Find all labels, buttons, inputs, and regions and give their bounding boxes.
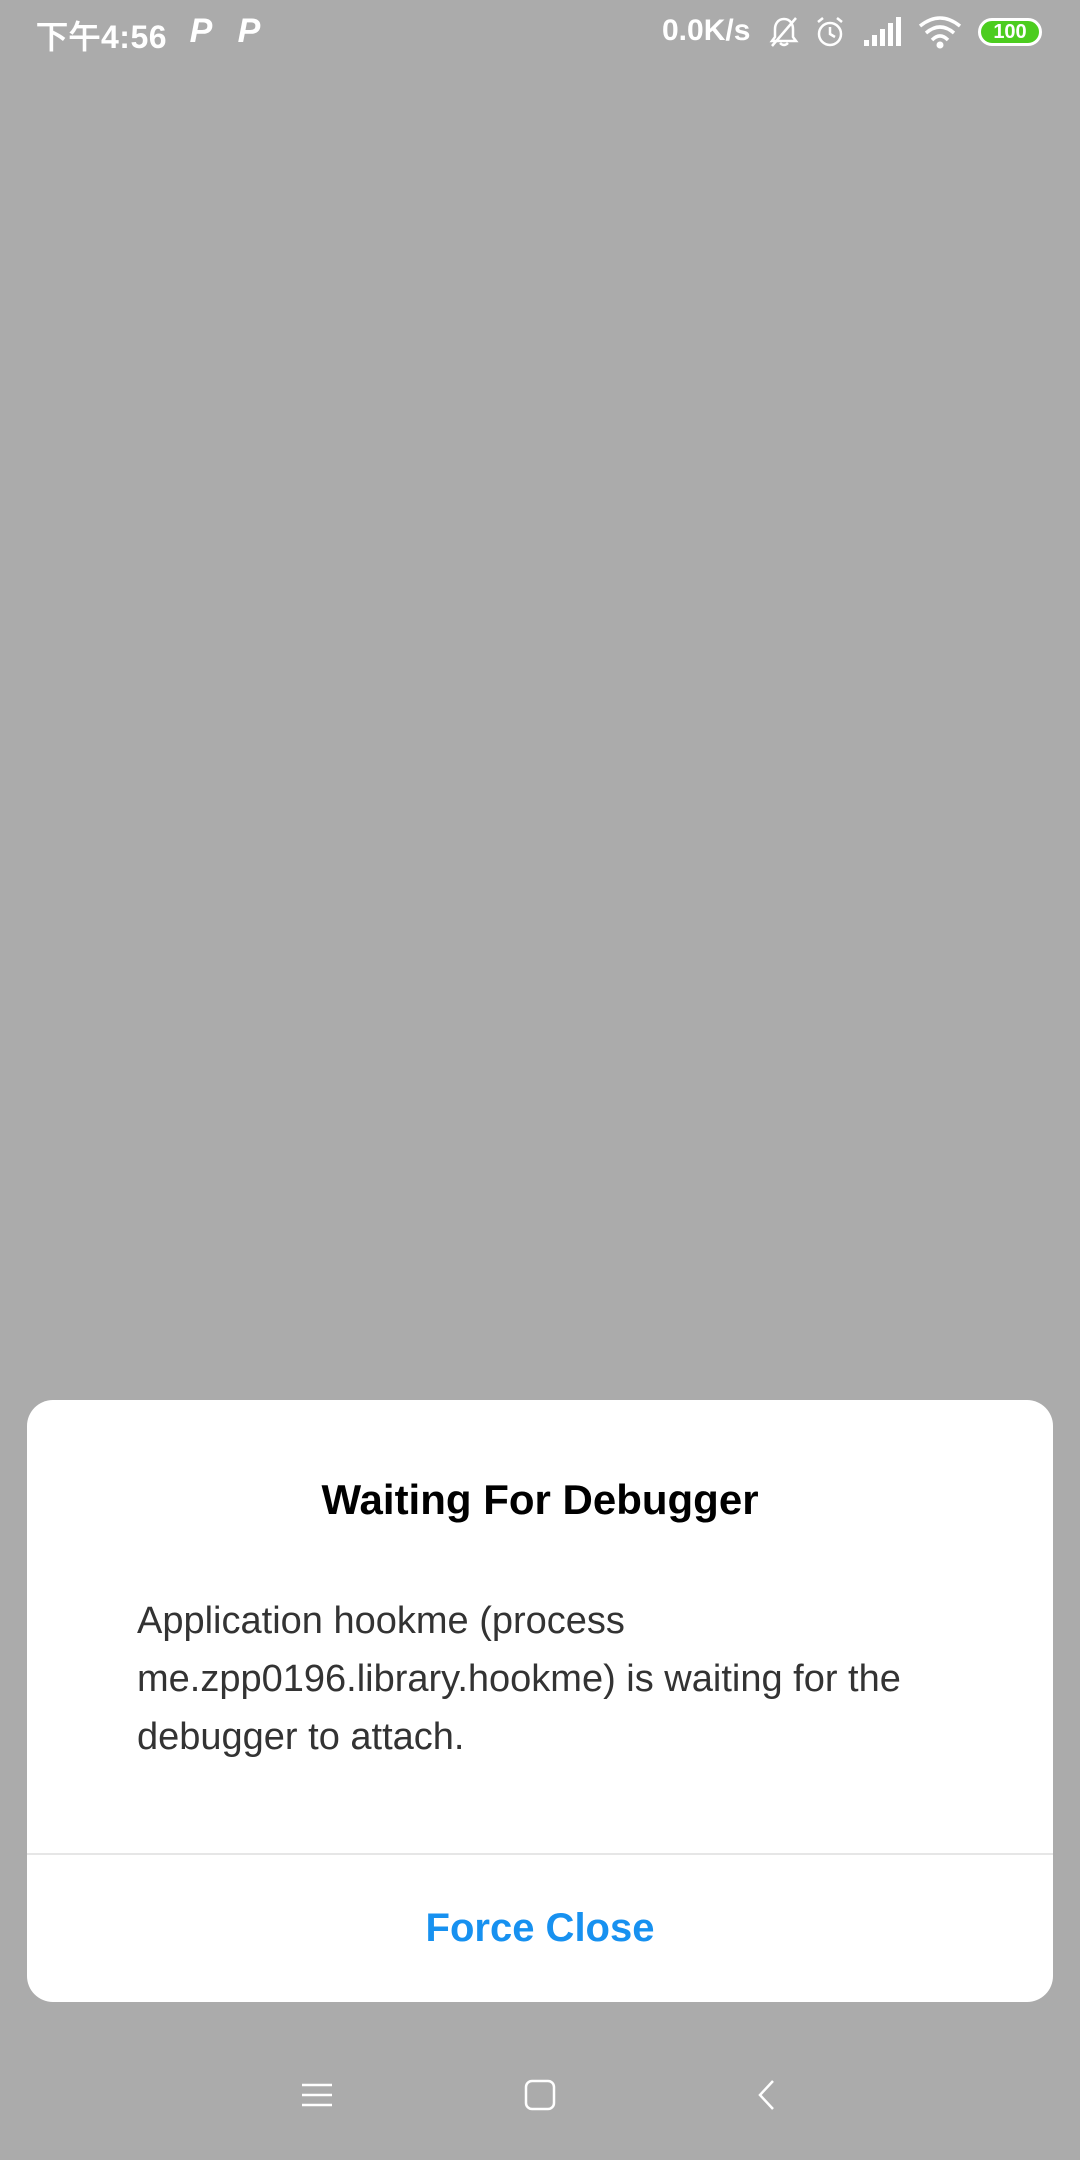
- dialog-message: Application hookme (process me.zpp0196.l…: [137, 1600, 901, 1758]
- signal-icon: [862, 14, 906, 55]
- back-button[interactable]: [742, 2070, 792, 2120]
- parking-notification-icon: P: [189, 12, 213, 50]
- dialog-title: Waiting For Debugger: [321, 1476, 759, 1523]
- force-close-button[interactable]: Force Close: [27, 1855, 1053, 2002]
- home-icon: [524, 2079, 556, 2111]
- wifi-icon: [918, 14, 962, 55]
- status-bar: 下午4:56 P P 0.0K/s 100: [0, 0, 1080, 66]
- back-icon: [758, 2080, 774, 2110]
- recent-apps-button[interactable]: [292, 2070, 342, 2120]
- waiting-for-debugger-dialog: Waiting For Debugger Application hookme …: [27, 1400, 1053, 2002]
- alarm-icon: [812, 14, 848, 55]
- network-speed: 0.0K/s: [662, 14, 751, 47]
- screen-background: 下午4:56 P P 0.0K/s 100 Waiting For Debugg…: [0, 0, 1080, 2160]
- home-button[interactable]: [515, 2070, 565, 2120]
- status-time: 下午4:56: [36, 19, 168, 55]
- battery-icon: 100: [978, 18, 1042, 46]
- bell-muted-icon: [766, 14, 802, 55]
- navigation-bar: [0, 2030, 1080, 2160]
- menu-icon: [302, 2083, 332, 2107]
- parking-notification-icon: P: [237, 12, 261, 50]
